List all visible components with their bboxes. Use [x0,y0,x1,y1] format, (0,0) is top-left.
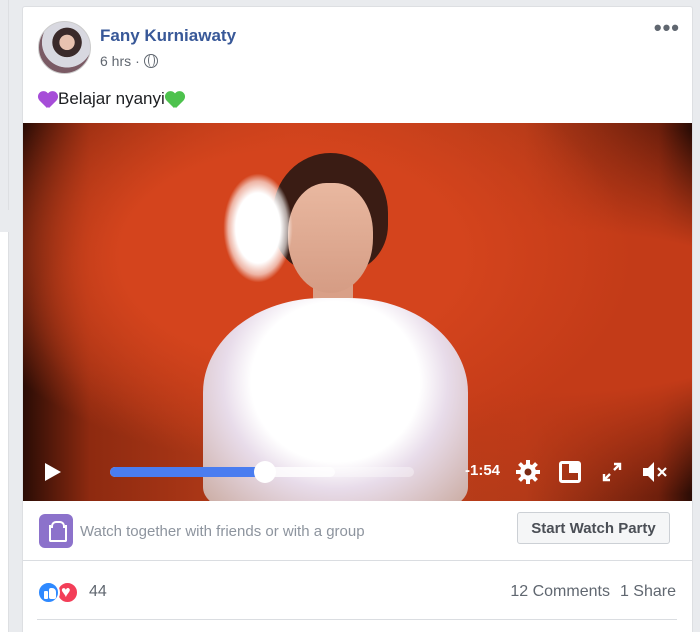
post-text-body: Belajar nyanyi [58,89,165,108]
green-heart-icon [165,90,185,108]
start-watch-party-button[interactable]: Start Watch Party [517,512,670,544]
remaining-time: -1:54 [465,462,501,479]
play-icon[interactable] [45,463,61,481]
picture-in-picture-icon[interactable] [559,461,581,483]
video-frame-flower [223,173,293,283]
meta-separator: · [135,53,140,69]
avatar[interactable] [38,21,91,74]
gear-icon[interactable] [515,459,541,485]
fullscreen-icon[interactable] [601,461,623,483]
engagement-stats: 12 Comments 1 Share [510,583,676,601]
left-edge-segment [0,232,9,632]
reaction-count[interactable]: 44 [89,583,107,601]
post-meta: 6 hrs · [100,53,158,69]
left-edge-segment [0,0,9,210]
purple-heart-icon [38,90,58,108]
watch-party-icon [39,514,73,548]
reactions-row: 44 12 Comments 1 Share [23,573,692,613]
post-text: Belajar nyanyi [38,89,185,109]
more-options-icon[interactable]: ••• [654,17,680,39]
post-card: Fany Kurniawaty 6 hrs · ••• Belajar nyan… [22,6,693,632]
globe-icon[interactable] [143,54,158,68]
watch-party-prompt: Watch together with friends or with a gr… [80,523,365,540]
comments-count[interactable]: 12 Comments [510,583,610,601]
progress-bar[interactable] [110,461,414,483]
left-page-edge [0,0,9,632]
post-time[interactable]: 6 hrs [100,53,131,69]
author-name[interactable]: Fany Kurniawaty [100,26,236,46]
divider [37,619,677,620]
progress-played [110,467,266,477]
progress-scrubber[interactable] [254,461,277,483]
video-frame-face [288,183,373,293]
video-player[interactable]: -1:54 [23,123,692,501]
watch-party-row: Watch together with friends or with a gr… [23,501,692,561]
shares-count[interactable]: 1 Share [620,583,676,601]
volume-muted-icon[interactable] [641,459,669,485]
like-reaction-icon[interactable] [37,581,60,604]
